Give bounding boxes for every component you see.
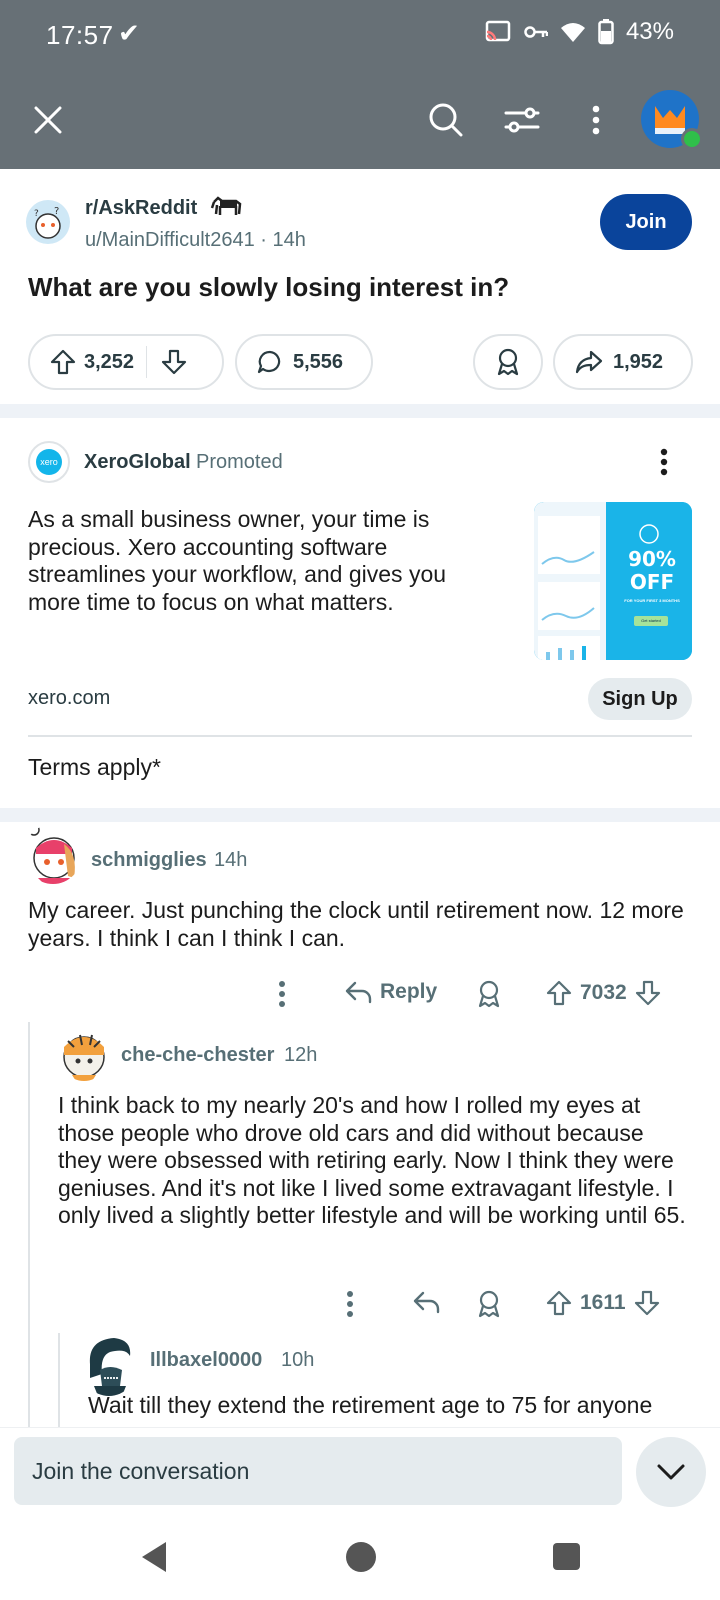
share-icon <box>575 350 603 374</box>
app-bar <box>0 72 720 169</box>
wifi-icon <box>560 23 585 42</box>
reply-label: Reply <box>380 980 438 1003</box>
ad-image-cta: Get started <box>641 618 661 623</box>
comment-score: 1611 <box>580 1291 626 1314</box>
comment-body[interactable]: My career. Just punching the clock until… <box>28 897 692 952</box>
award-button[interactable] <box>473 334 543 390</box>
share-button[interactable]: 1,952 <box>553 334 693 390</box>
comment-count: 5,556 <box>293 350 344 373</box>
close-icon[interactable] <box>22 94 74 146</box>
comment-award-icon[interactable] <box>476 980 502 1008</box>
subreddit-avatar[interactable]: ?? <box>26 200 70 244</box>
comment-score: 7032 <box>580 981 627 1004</box>
ad-divider <box>28 735 692 737</box>
comment-age: 14h <box>214 849 248 871</box>
ad-image-subtext: FOR YOUR FIRST 3 MONTHS <box>624 598 680 603</box>
share-count: 1,952 <box>613 350 664 373</box>
online-status-dot <box>681 128 703 150</box>
status-bar: 17:57 ✔ 43% <box>0 0 720 72</box>
promoted-label: Promoted <box>196 451 283 473</box>
post-age: 14h <box>272 229 306 251</box>
comment-body[interactable]: I think back to my nearly 20's and how I… <box>58 1092 692 1230</box>
ad-image[interactable]: 90% OFF FOR YOUR FIRST 3 MONTHS Get star… <box>534 502 692 660</box>
svg-text:?: ? <box>34 209 39 219</box>
comment-upvote-icon[interactable] <box>546 1290 572 1316</box>
comments-button[interactable]: 5,556 <box>235 334 373 390</box>
search-icon[interactable] <box>420 94 472 146</box>
ad-image-headline: 90% OFF <box>628 547 676 594</box>
commenter-avatar[interactable] <box>58 1025 110 1081</box>
comment-username[interactable]: Illbaxel0000 <box>150 1349 262 1372</box>
advertiser-name[interactable]: XeroGlobal <box>84 451 191 474</box>
battery-icon <box>598 19 614 45</box>
ad-more-icon[interactable] <box>650 446 678 478</box>
award-icon <box>497 348 519 376</box>
comment-upvote-icon[interactable] <box>546 980 572 1006</box>
status-time: 17:57 <box>46 20 114 50</box>
ad-domain[interactable]: xero.com <box>28 687 110 710</box>
comment-award-icon[interactable] <box>476 1290 502 1318</box>
cast-icon <box>485 20 511 42</box>
reply-button[interactable]: Reply <box>344 980 437 1004</box>
back-nav-icon[interactable] <box>138 1540 168 1574</box>
comment-body[interactable]: Wait till they extend the retirement age… <box>88 1392 708 1426</box>
more-vertical-icon[interactable] <box>570 94 622 146</box>
subreddit-name[interactable]: r/AskReddit <box>85 197 197 220</box>
thread-line[interactable] <box>58 1333 60 1428</box>
comment-vote: 1611 <box>546 1290 660 1316</box>
terms-text: Terms apply* <box>28 754 161 780</box>
comment-username[interactable]: schmigglies <box>91 849 207 872</box>
join-button[interactable]: Join <box>600 194 692 250</box>
comment-more-icon[interactable] <box>278 980 286 1008</box>
join-conversation-input[interactable]: Join the conversation <box>14 1437 622 1505</box>
vote-pill: 3,252 <box>28 334 224 390</box>
comment-age: 10h <box>281 1349 315 1371</box>
xero-logo-text: xero <box>36 449 62 475</box>
advertiser-logo[interactable]: xero <box>28 441 70 483</box>
svg-text:?: ? <box>54 206 59 217</box>
status-icons: 43% <box>484 18 674 46</box>
commenter-avatar[interactable] <box>24 824 82 884</box>
comment-downvote-icon[interactable] <box>634 1290 660 1316</box>
thread-line[interactable] <box>28 1022 30 1428</box>
recents-nav-icon[interactable] <box>553 1543 580 1570</box>
comment-more-icon[interactable] <box>346 1290 354 1318</box>
reply-icon[interactable] <box>412 1290 440 1314</box>
check-icon: ✔ <box>118 18 140 48</box>
comment-vote: 7032 <box>546 980 661 1006</box>
vote-separator <box>146 346 148 378</box>
post-author[interactable]: u/MainDifficult2641 <box>85 229 255 251</box>
downvote-icon[interactable] <box>161 349 187 375</box>
home-nav-icon[interactable] <box>346 1542 376 1572</box>
section-divider <box>0 404 720 418</box>
horse-flair-icon <box>210 196 242 215</box>
post-author-line: u/MainDifficult2641 · 14h <box>85 229 306 251</box>
upvote-icon[interactable] <box>50 349 76 375</box>
filter-icon[interactable] <box>496 94 548 146</box>
upvote-count: 3,252 <box>84 350 135 373</box>
ad-body[interactable]: As a small business owner, your time is … <box>28 506 498 616</box>
section-divider <box>0 808 720 822</box>
chevron-down-icon[interactable] <box>636 1437 706 1507</box>
comment-downvote-icon[interactable] <box>635 980 661 1006</box>
post-title[interactable]: What are you slowly losing interest in? <box>28 272 509 303</box>
comment-icon <box>257 350 281 374</box>
reply-icon <box>345 981 372 1004</box>
comment-age: 12h <box>284 1044 318 1066</box>
vpn-key-icon <box>524 26 548 38</box>
battery-percent: 43% <box>625 18 674 45</box>
commenter-avatar[interactable] <box>80 1334 138 1396</box>
comment-username[interactable]: che-che-chester <box>121 1044 274 1067</box>
sign-up-button[interactable]: Sign Up <box>588 678 692 720</box>
